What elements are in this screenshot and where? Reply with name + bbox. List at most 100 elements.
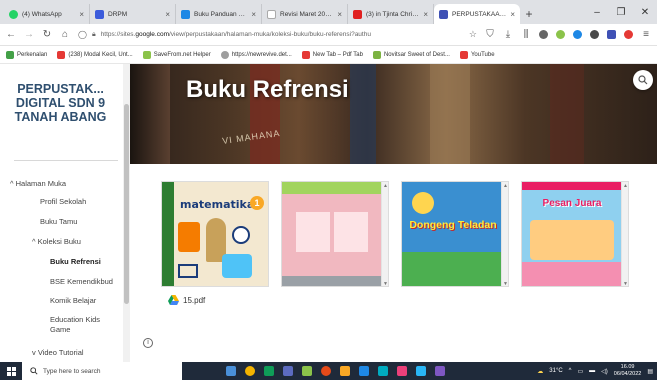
- book-card-2[interactable]: ▲ ▼: [281, 181, 389, 287]
- info-icon[interactable]: i: [143, 338, 153, 348]
- nav-bse-kemendikbud[interactable]: BSE Kemendikbud: [50, 277, 113, 287]
- close-tab-icon[interactable]: ×: [423, 10, 428, 19]
- bookmark-item[interactable]: New Tab – Pdf Tab: [301, 50, 363, 59]
- window-controls: – ❐ ✕: [585, 0, 657, 24]
- close-tab-icon[interactable]: ×: [337, 10, 342, 19]
- file-link[interactable]: 15.pdf: [168, 295, 205, 305]
- scrollbar-thumb[interactable]: [124, 104, 129, 304]
- explorer-icon[interactable]: [283, 366, 293, 376]
- app-icon[interactable]: [340, 366, 350, 376]
- drive-icon: [181, 9, 190, 19]
- nav-profil-sekolah[interactable]: Profil Sekolah: [40, 197, 86, 207]
- cover-band: [522, 182, 622, 190]
- battery-icon[interactable]: ▬: [589, 368, 595, 374]
- notification-icon[interactable]: ▤: [647, 368, 653, 375]
- close-tab-icon[interactable]: ×: [79, 10, 84, 19]
- preview-scrollbar[interactable]: ▲ ▼: [381, 182, 388, 286]
- minimize-button[interactable]: –: [585, 0, 609, 24]
- reload-icon[interactable]: ↻: [42, 29, 52, 40]
- nav-education-kids-game[interactable]: Education Kids Game: [50, 315, 114, 335]
- word-icon[interactable]: [359, 366, 369, 376]
- extension-icon[interactable]: [607, 30, 616, 39]
- app-icon[interactable]: [378, 366, 388, 376]
- url-field[interactable]: ◯ 🔒︎ https://sites.google.com/view/perpu…: [78, 27, 477, 43]
- close-tab-icon[interactable]: ×: [510, 10, 515, 19]
- tab-label: (3) in Tjinta Christie, Nick: [366, 10, 419, 18]
- pocket-icon[interactable]: ⛉: [485, 29, 495, 40]
- bookmark-star-icon[interactable]: ☆: [469, 29, 477, 40]
- scroll-down-icon[interactable]: ▼: [622, 281, 628, 286]
- app-icon[interactable]: [416, 366, 426, 376]
- scroll-up-icon[interactable]: ▲: [622, 183, 628, 189]
- network-icon[interactable]: ▭: [578, 368, 584, 375]
- browser-tab-revisi[interactable]: Revisi Maret 2022 PANDUAN ×: [262, 4, 348, 24]
- app-icon[interactable]: [397, 366, 407, 376]
- preview-scrollbar[interactable]: ▲ ▼: [621, 182, 628, 286]
- extension-icon[interactable]: [556, 30, 565, 39]
- weather-icon[interactable]: ☁: [537, 368, 543, 375]
- bookmark-item[interactable]: (238) Modal Kecil, Unt...: [57, 50, 133, 59]
- close-tab-icon[interactable]: ×: [251, 10, 256, 19]
- site-title[interactable]: PERPUSTAK... DIGITAL SDN 9 TANAH ABANG: [8, 82, 113, 124]
- scroll-down-icon[interactable]: ▼: [382, 281, 388, 286]
- book-cover: Dongeng Teladan: [402, 182, 502, 286]
- new-tab-button[interactable]: +: [520, 4, 538, 24]
- page-title: Buku Refrensi: [186, 76, 349, 103]
- photos-icon[interactable]: [435, 366, 445, 376]
- library-icon[interactable]: ⫼: [521, 29, 531, 40]
- weather-temp[interactable]: 31°C: [549, 368, 562, 374]
- nav-koleksi-buku[interactable]: ^ Koleksi Buku: [32, 237, 81, 247]
- preview-scrollbar[interactable]: ▲ ▼: [501, 182, 508, 286]
- menu-icon[interactable]: ≡: [641, 29, 651, 40]
- extension-icon[interactable]: [590, 30, 599, 39]
- maximize-button[interactable]: ❐: [609, 0, 633, 24]
- browser-tab-buku-panduan[interactable]: Buku Panduan Pengabdi ×: [176, 4, 262, 24]
- close-tab-icon[interactable]: ×: [165, 10, 170, 19]
- scroll-up-icon[interactable]: ▲: [382, 183, 388, 189]
- extension-icon[interactable]: [573, 30, 582, 39]
- home-icon[interactable]: ⌂: [60, 29, 70, 40]
- nav-buku-tamu[interactable]: Buku Tamu: [40, 217, 77, 227]
- download-icon[interactable]: ⤓: [503, 29, 513, 40]
- firefox-icon[interactable]: [321, 366, 331, 376]
- close-window-button[interactable]: ✕: [633, 0, 657, 24]
- scroll-down-icon[interactable]: ▼: [502, 281, 508, 286]
- back-icon[interactable]: ←: [6, 29, 16, 40]
- cover-illustration: [530, 220, 614, 260]
- nav-buku-refrensi[interactable]: Buku Refrensi: [50, 257, 101, 267]
- nav-halaman-muka[interactable]: ^ Halaman Muka: [10, 179, 66, 189]
- nav-video-tutorial[interactable]: v Video Tutorial: [32, 348, 84, 358]
- chevron-up-icon[interactable]: ^: [569, 368, 572, 374]
- clock[interactable]: 16.09 06/04/2022: [614, 364, 642, 378]
- task-view-icon[interactable]: [226, 366, 236, 376]
- bookmark-item[interactable]: SaveFrom.net Helper: [142, 50, 211, 59]
- bookmark-item[interactable]: YouTube: [459, 50, 495, 59]
- app-icon[interactable]: [302, 366, 312, 376]
- tab-label: (4) WhatsApp: [22, 10, 62, 18]
- book-card-matematika[interactable]: matematika 1: [161, 181, 269, 287]
- bookmark-item[interactable]: Novitsar Sweet of Dest...: [372, 50, 450, 59]
- start-button[interactable]: [0, 362, 22, 380]
- forward-icon[interactable]: →: [24, 29, 34, 40]
- browser-tab-strip: (4) WhatsApp × DRPM × Buku Panduan Penga…: [0, 0, 657, 24]
- nav-komik-belajar[interactable]: Komik Belajar: [50, 296, 96, 306]
- scroll-up-icon[interactable]: ▲: [502, 183, 508, 189]
- extension-icon[interactable]: [624, 30, 633, 39]
- search-placeholder: Type here to search: [43, 367, 101, 375]
- book-card-pesan-juara[interactable]: Pesan Juara ▲ ▼: [521, 181, 629, 287]
- book-card-dongeng-teladan[interactable]: Dongeng Teladan ▲ ▼: [401, 181, 509, 287]
- volume-icon[interactable]: ◁): [601, 368, 608, 375]
- browser-tab-perpustakaan[interactable]: PERPUSTAKAAN DIGITAL ×: [434, 4, 520, 24]
- files-icon[interactable]: [264, 366, 274, 376]
- extension-icon[interactable]: [539, 30, 548, 39]
- chrome-icon[interactable]: [245, 366, 255, 376]
- bookmark-item[interactable]: Perkenalan: [6, 50, 47, 59]
- browser-tab-whatsapp[interactable]: (4) WhatsApp ×: [4, 4, 90, 24]
- sidebar-scrollbar[interactable]: [123, 64, 130, 362]
- browser-tab-drpm[interactable]: DRPM ×: [90, 4, 176, 24]
- cover-illustration: [232, 226, 250, 244]
- site-search-button[interactable]: [633, 70, 653, 90]
- browser-tab-youtube[interactable]: (3) in Tjinta Christie, Nick ×: [348, 4, 434, 24]
- taskbar-search-box[interactable]: Type here to search: [22, 362, 182, 380]
- bookmark-item[interactable]: https://newrevive.det...: [220, 50, 292, 59]
